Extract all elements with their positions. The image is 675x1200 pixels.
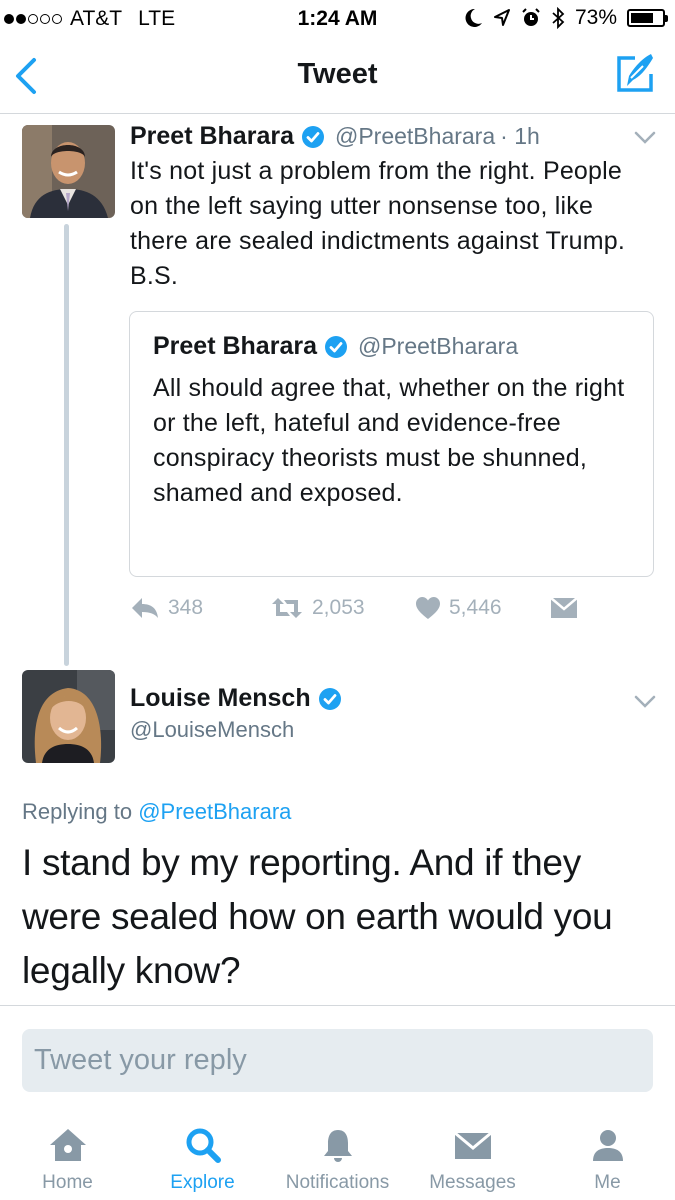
like-button[interactable]: 5,446: [415, 596, 502, 620]
tab-notifications-label: Notifications: [285, 1172, 390, 1193]
reply-button[interactable]: 348: [130, 596, 203, 620]
reply-author-name[interactable]: Louise Mensch: [130, 684, 311, 713]
reply-author-row: Louise Mensch: [130, 684, 342, 713]
envelope-icon: [453, 1131, 492, 1159]
tab-home-label: Home: [42, 1172, 93, 1193]
tweet-header: Preet Bharara @PreetBharara · 1h: [130, 122, 540, 151]
avatar-preet-bharara[interactable]: [22, 125, 115, 218]
direct-message-button[interactable]: [550, 596, 578, 620]
quoted-tweet-header: Preet Bharara @PreetBharara: [153, 332, 518, 361]
status-icons: 73%: [465, 6, 668, 30]
page-title: Tweet: [297, 58, 378, 90]
tweet-actions: 348 2,053 5,446: [130, 596, 590, 632]
reply-author-handle[interactable]: @LouiseMensch: [130, 717, 294, 743]
verified-badge-icon: [318, 687, 341, 710]
tab-home[interactable]: Home: [0, 1110, 135, 1200]
verified-badge-icon: [324, 335, 347, 358]
bluetooth-icon: [552, 7, 565, 29]
tab-notifications[interactable]: Notifications: [270, 1110, 405, 1200]
alarm-clock-icon: [522, 8, 540, 26]
battery-icon: [627, 9, 668, 27]
thread-connector-line: [64, 224, 69, 666]
search-icon: [186, 1128, 221, 1163]
compose-tweet-icon[interactable]: [613, 52, 657, 96]
reply-count: 348: [168, 596, 204, 619]
verified-badge-icon: [301, 125, 324, 148]
bell-icon: [323, 1130, 352, 1162]
replying-to-handle-link[interactable]: @PreetBharara: [138, 799, 291, 824]
retweet-count: 2,053: [312, 596, 365, 619]
tab-me-label: Me: [594, 1172, 621, 1193]
avatar-louise-mensch[interactable]: [22, 670, 115, 763]
battery-percent: 73%: [574, 6, 617, 29]
tweet-text: It's not just a problem from the right. …: [130, 157, 625, 290]
retweet-button[interactable]: 2,053: [270, 596, 365, 620]
tab-explore-label: Explore: [170, 1172, 235, 1193]
tab-messages[interactable]: Messages: [405, 1110, 540, 1200]
author-name[interactable]: Preet Bharara: [130, 122, 294, 151]
nav-bar: Tweet: [0, 38, 675, 114]
replying-to-line: Replying to @PreetBharara: [22, 799, 291, 825]
quoted-author-handle: @PreetBharara: [357, 333, 519, 359]
tab-messages-label: Messages: [429, 1172, 516, 1193]
do-not-disturb-moon-icon: [465, 8, 482, 27]
replying-to-prefix: Replying to: [22, 799, 133, 824]
chevron-down-icon[interactable]: [634, 131, 656, 145]
reply-input[interactable]: [22, 1029, 653, 1092]
reply-icon: [132, 598, 158, 618]
quoted-tweet-text: All should agree that, whether on the ri…: [153, 374, 625, 507]
home-icon: [49, 1129, 86, 1161]
heart-icon: [416, 597, 440, 619]
tab-bar: Home Explore Notifications Messages Me: [0, 1110, 675, 1200]
author-handle[interactable]: @PreetBharara: [335, 123, 495, 150]
reply-tweet-text: I stand by my reporting. And if they wer…: [22, 842, 613, 991]
quoted-tweet-card[interactable]: Preet Bharara @PreetBharara All should a…: [129, 311, 654, 577]
quoted-author-name: Preet Bharara: [153, 332, 317, 360]
status-bar: AT&T LTE 1:24 AM 73%: [0, 0, 675, 38]
chevron-down-icon[interactable]: [634, 695, 656, 709]
envelope-icon: [550, 597, 578, 618]
divider: [0, 1005, 675, 1006]
tab-me[interactable]: Me: [540, 1110, 675, 1200]
retweet-icon: [272, 598, 302, 618]
like-count: 5,446: [449, 596, 502, 619]
person-icon: [592, 1130, 623, 1161]
location-arrow-icon: [493, 9, 510, 26]
tweet-timestamp: · 1h: [500, 123, 540, 149]
tab-explore[interactable]: Explore: [135, 1110, 270, 1200]
